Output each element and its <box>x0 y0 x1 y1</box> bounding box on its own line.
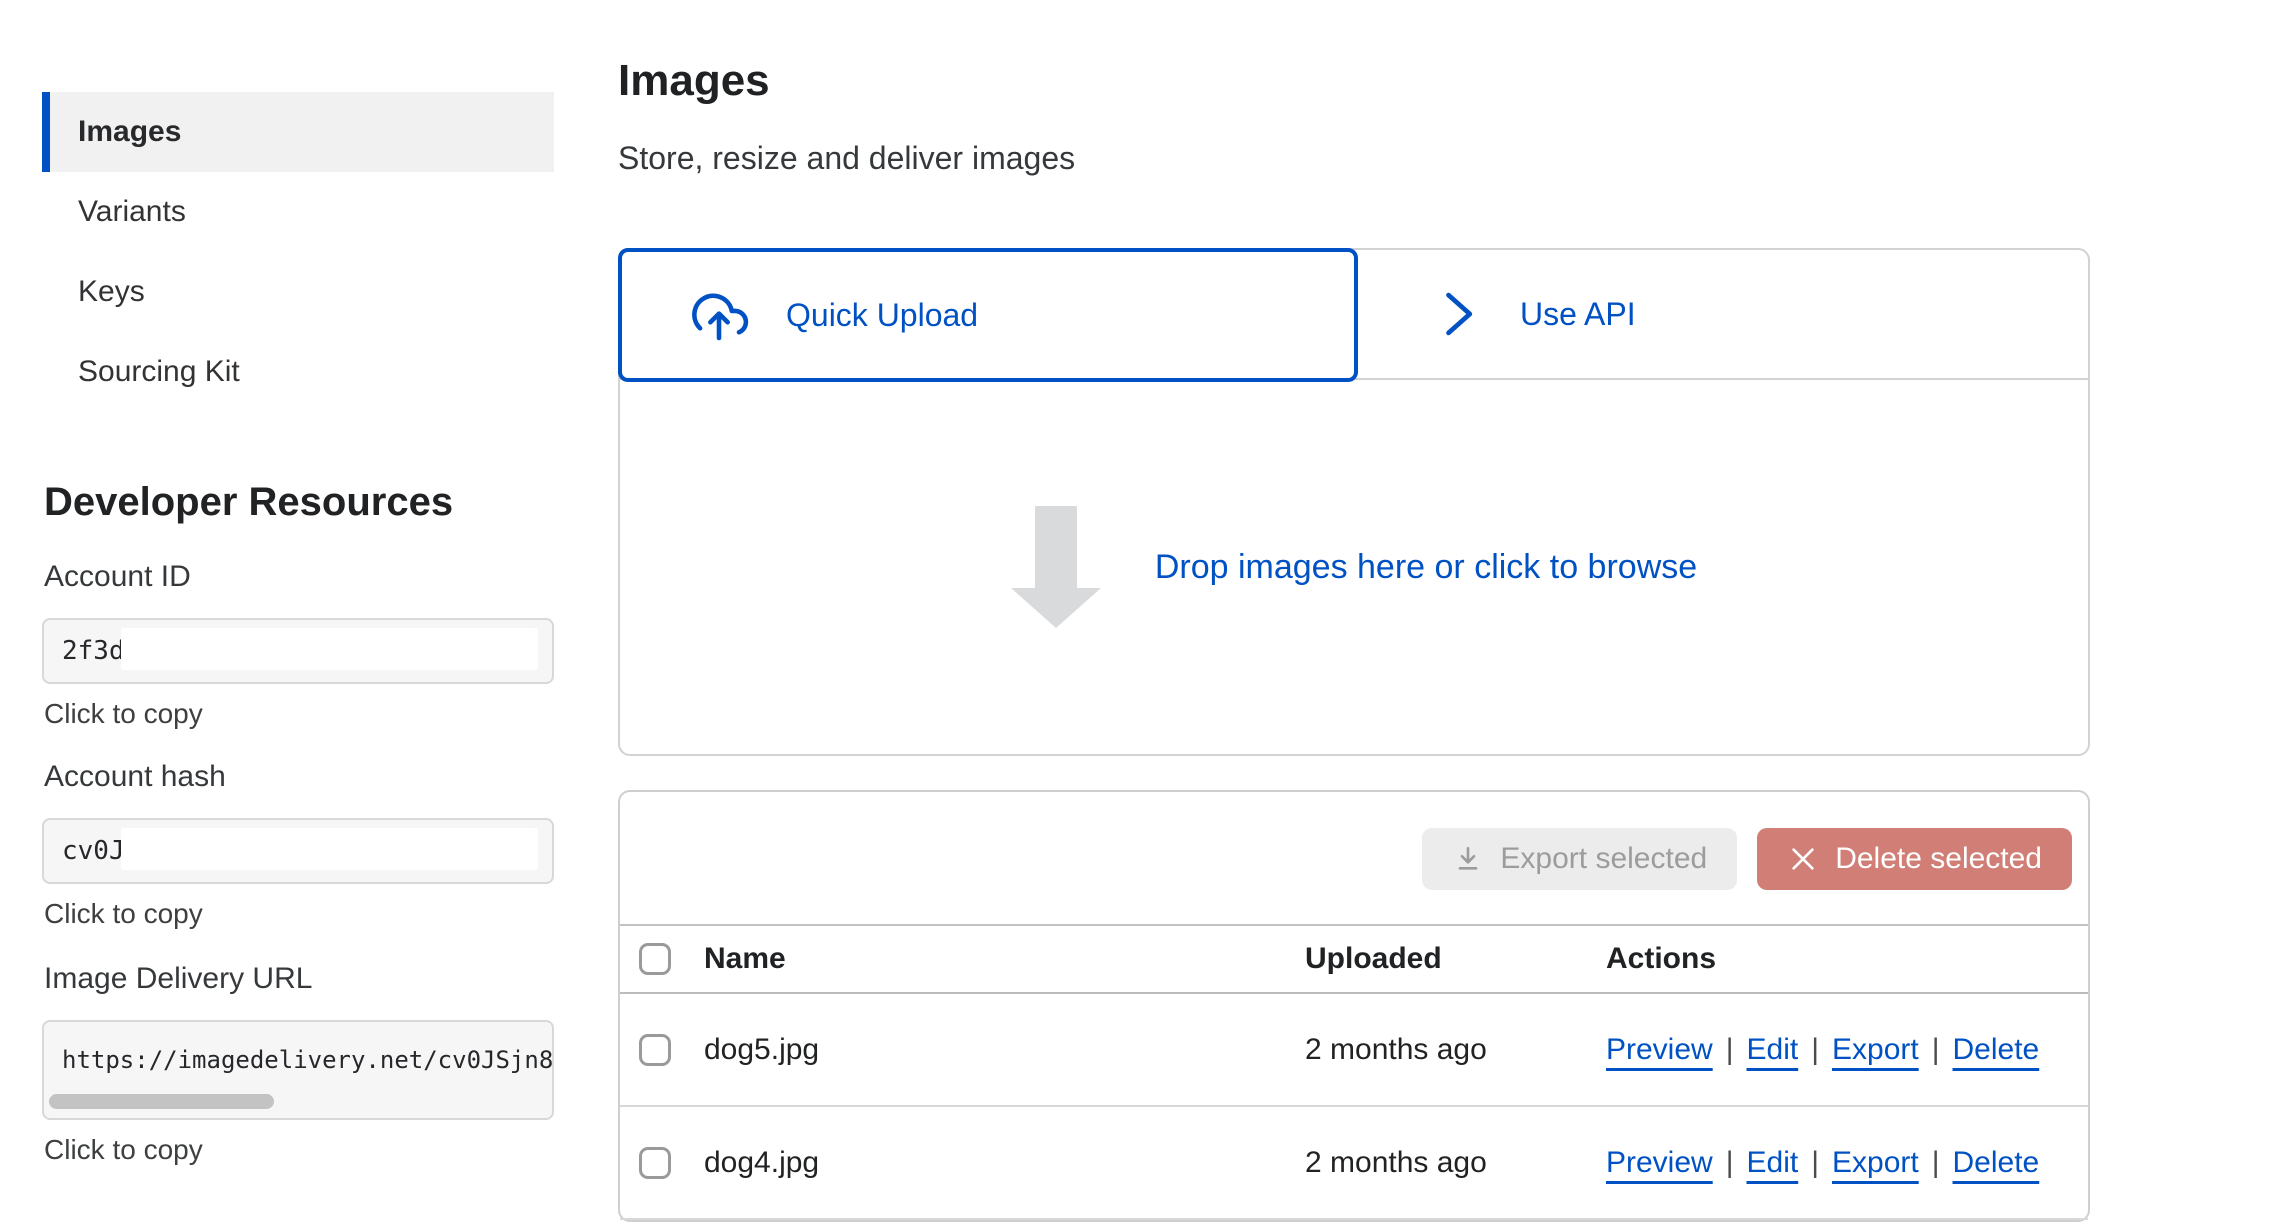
x-icon <box>1787 843 1819 875</box>
row-actions: Preview|Edit|Export|Delete <box>1606 1033 2088 1067</box>
sidebar-item-label: Images <box>78 115 181 149</box>
preview-link[interactable]: Preview <box>1606 1033 1713 1066</box>
account-hash-value: cv0J <box>62 836 125 866</box>
table-row: dog5.jpg 2 months ago Preview|Edit|Expor… <box>620 994 2088 1107</box>
sidebar-item-keys[interactable]: Keys <box>42 252 554 332</box>
image-dropzone[interactable]: Drop images here or click to browse <box>620 380 2088 754</box>
sidebar-item-label: Sourcing Kit <box>78 355 240 389</box>
click-to-copy-hint: Click to copy <box>44 898 554 930</box>
sidebar-item-label: Variants <box>78 195 186 229</box>
sidebar-item-variants[interactable]: Variants <box>42 172 554 252</box>
column-header-name: Name <box>704 942 1305 976</box>
click-to-copy-hint: Click to copy <box>44 698 554 730</box>
download-icon <box>1452 843 1484 875</box>
page-subtitle: Store, resize and deliver images <box>618 140 1075 177</box>
sidebar-item-label: Keys <box>78 275 145 309</box>
account-hash-label: Account hash <box>44 760 554 794</box>
sidebar: Images Variants Keys Sourcing Kit Develo… <box>42 92 554 412</box>
export-link[interactable]: Export <box>1832 1033 1919 1066</box>
column-header-uploaded: Uploaded <box>1305 942 1606 976</box>
table-row: dog4.jpg 2 months ago Preview|Edit|Expor… <box>620 1107 2088 1220</box>
page-title: Images <box>618 56 770 106</box>
tab-use-api-label: Use API <box>1520 296 1636 333</box>
cloudflare-images-page: Images Variants Keys Sourcing Kit Develo… <box>0 0 2270 1200</box>
export-selected-label: Export selected <box>1500 842 1707 876</box>
image-delivery-url-value-box[interactable]: https://imagedelivery.net/cv0JSjn80 <box>42 1020 554 1120</box>
image-delivery-url-value: https://imagedelivery.net/cv0JSjn80 <box>62 1046 554 1074</box>
account-hash-field: Account hash cv0J Click to copy <box>42 760 554 930</box>
cloud-upload-icon <box>686 288 752 342</box>
image-delivery-url-field: Image Delivery URL https://imagedelivery… <box>42 962 554 1166</box>
upload-tab-strip: Quick Upload Use API <box>620 250 2088 380</box>
sidebar-item-sourcing-kit[interactable]: Sourcing Kit <box>42 332 554 412</box>
select-all-checkbox[interactable] <box>639 943 671 975</box>
horizontal-scrollbar[interactable] <box>49 1094 274 1109</box>
delete-link[interactable]: Delete <box>1953 1146 2040 1179</box>
row-actions: Preview|Edit|Export|Delete <box>1606 1146 2088 1180</box>
delete-selected-label: Delete selected <box>1835 842 2042 876</box>
tab-use-api[interactable]: Use API <box>1436 250 1636 378</box>
chevron-right-icon <box>1436 288 1480 340</box>
dropzone-text: Drop images here or click to browse <box>1155 548 1697 587</box>
uploaded-time: 2 months ago <box>1305 1146 1606 1180</box>
image-library-card: Export selected Delete selected Name Upl… <box>618 790 2090 1222</box>
uploaded-time: 2 months ago <box>1305 1033 1606 1067</box>
delete-selected-button[interactable]: Delete selected <box>1757 828 2072 890</box>
click-to-copy-hint: Click to copy <box>44 1134 554 1166</box>
export-link[interactable]: Export <box>1832 1146 1919 1179</box>
account-id-label: Account ID <box>44 560 554 594</box>
sidebar-item-images[interactable]: Images <box>42 92 554 172</box>
developer-resources-heading: Developer Resources <box>44 480 453 525</box>
column-header-actions: Actions <box>1606 942 2088 976</box>
row-checkbox[interactable] <box>639 1034 671 1066</box>
export-selected-button[interactable]: Export selected <box>1422 828 1737 890</box>
account-id-value-box[interactable]: 2f3d <box>42 618 554 684</box>
image-name: dog5.jpg <box>704 1033 1305 1067</box>
redacted-value-mask <box>121 628 538 670</box>
account-hash-value-box[interactable]: cv0J <box>42 818 554 884</box>
account-id-value: 2f3d <box>62 636 125 666</box>
image-delivery-url-label: Image Delivery URL <box>44 962 554 996</box>
tab-quick-upload-label: Quick Upload <box>786 297 978 334</box>
edit-link[interactable]: Edit <box>1747 1146 1799 1179</box>
library-toolbar: Export selected Delete selected <box>620 792 2088 924</box>
tab-quick-upload[interactable]: Quick Upload <box>618 248 1358 382</box>
row-checkbox[interactable] <box>639 1147 671 1179</box>
preview-link[interactable]: Preview <box>1606 1146 1713 1179</box>
image-name: dog4.jpg <box>704 1146 1305 1180</box>
redacted-value-mask <box>121 828 538 870</box>
upload-card: Quick Upload Use API Drop images here or… <box>618 248 2090 756</box>
delete-link[interactable]: Delete <box>1953 1033 2040 1066</box>
down-arrow-icon <box>1011 506 1101 628</box>
account-id-field: Account ID 2f3d Click to copy <box>42 560 554 730</box>
edit-link[interactable]: Edit <box>1747 1033 1799 1066</box>
table-header-row: Name Uploaded Actions <box>620 924 2088 994</box>
